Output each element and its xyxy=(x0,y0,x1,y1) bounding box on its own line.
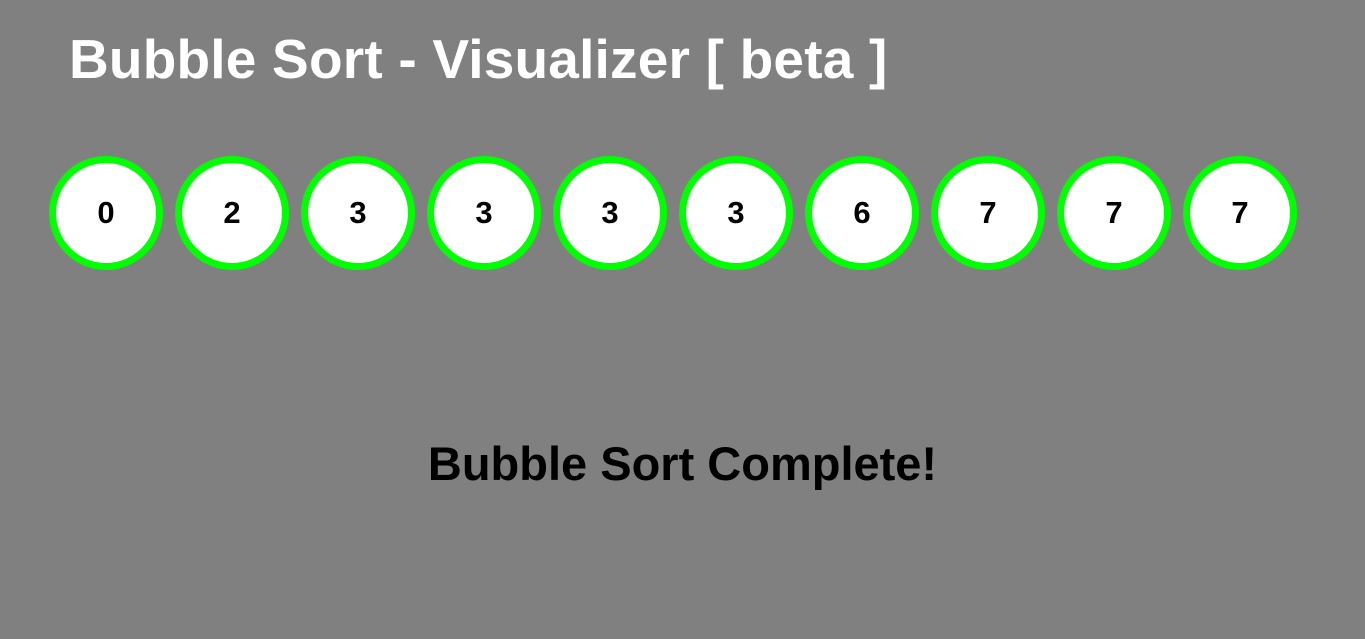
array-bubble: 6 xyxy=(805,156,919,270)
status-message: Bubble Sort Complete! xyxy=(427,437,938,490)
array-bubble: 7 xyxy=(1183,156,1297,270)
array-bubble: 2 xyxy=(175,156,289,270)
array-bubble: 0 xyxy=(49,156,163,270)
array-bubble: 3 xyxy=(679,156,793,270)
array-bubble: 3 xyxy=(553,156,667,270)
array-bubble-row: 0 2 3 3 3 3 6 7 7 7 xyxy=(49,156,1309,270)
array-bubble: 3 xyxy=(427,156,541,270)
array-bubble: 7 xyxy=(1057,156,1171,270)
array-bubble: 7 xyxy=(931,156,1045,270)
page-title: Bubble Sort - Visualizer [ beta ] xyxy=(69,28,888,90)
array-bubble: 3 xyxy=(301,156,415,270)
